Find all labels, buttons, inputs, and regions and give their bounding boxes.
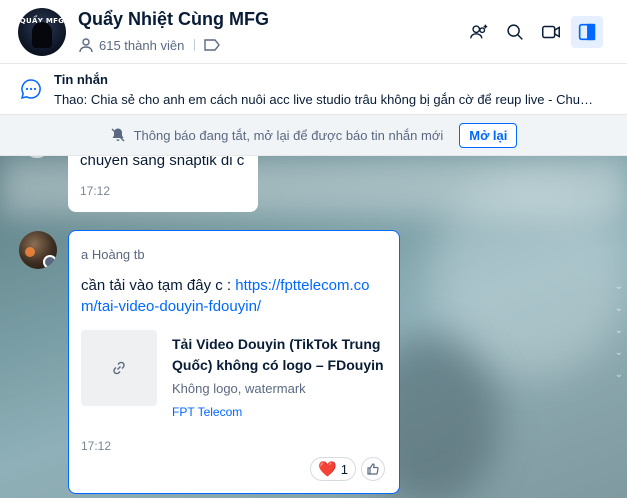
message-prefix: cần tải vào tạm đây c :	[81, 277, 236, 294]
sidebar-toggle-button[interactable]	[571, 16, 603, 48]
pinned-message-bar[interactable]: Tin nhắn Thao: Chia sẻ cho anh em cách n…	[0, 65, 627, 115]
reaction-number: 1	[340, 461, 348, 477]
message-time: 17:12	[80, 184, 111, 198]
message-bubble[interactable]: a Hoàng tb cần tải vào tạm đây c : https…	[68, 230, 400, 494]
group-title[interactable]: Quẩy Nhiệt Cùng MFG	[78, 9, 269, 30]
chat-bubble-icon	[20, 79, 41, 100]
reaction-count[interactable]: ❤️ 1	[310, 457, 356, 481]
link-preview-domain[interactable]: FPT Telecom	[172, 405, 242, 419]
link-preview-description: Không logo, watermark	[172, 381, 306, 396]
thumbs-up-icon	[367, 463, 379, 475]
link-preview-thumbnail[interactable]	[81, 330, 157, 406]
turn-on-notification-button[interactable]: Mở lại	[459, 122, 518, 148]
pinned-text: Thao: Chia sẻ cho anh em cách nuôi acc l…	[54, 92, 594, 107]
link-preview-title[interactable]: Tải Video Douyin (TikTok Trung Quốc) khô…	[172, 334, 388, 376]
conversation-header: QUẨY MFG Quẩy Nhiệt Cùng MFG 615 thành v…	[0, 0, 627, 64]
pinned-title: Tin nhắn	[54, 72, 108, 87]
message-time: 17:12	[81, 439, 112, 453]
avatar-figure	[32, 22, 52, 48]
bell-off-icon	[111, 128, 125, 142]
video-call-icon	[542, 25, 560, 39]
add-member-icon	[470, 24, 488, 39]
sidebar-toggle-icon	[578, 23, 596, 41]
scroll-indicator-icon: ⌄ ⌄ ⌄ ⌄ ⌄	[614, 281, 623, 380]
people-icon	[79, 38, 93, 53]
add-member-button[interactable]	[463, 16, 495, 48]
group-subtitle: 615 thành viên	[78, 37, 221, 53]
notification-off-bar: Thông báo đang tắt, mở lại để được báo t…	[0, 115, 627, 156]
react-button[interactable]	[361, 457, 385, 481]
header-actions	[463, 16, 603, 48]
message-text: cần tải vào tạm đây c : https://fpttelec…	[81, 275, 386, 317]
notification-text: Thông báo đang tắt, mở lại để được báo t…	[133, 127, 444, 143]
sender-avatar[interactable]	[19, 231, 57, 269]
message-text: chuyển sang snaptik đi c	[80, 156, 245, 169]
group-avatar[interactable]: QUẨY MFG	[18, 8, 66, 56]
message-bubble[interactable]: chuyển sang snaptik đi c 17:12	[68, 156, 258, 212]
video-call-button[interactable]	[535, 16, 567, 48]
sender-name[interactable]: a Hoàng tb	[81, 247, 145, 262]
search-button[interactable]	[499, 16, 531, 48]
member-count[interactable]: 615 thành viên	[99, 38, 184, 53]
chat-area[interactable]: chuyển sang snaptik đi c 17:12 a Hoàng t…	[0, 156, 627, 498]
divider	[194, 39, 196, 51]
link-icon	[113, 361, 125, 375]
role-badge-icon	[43, 255, 57, 269]
search-icon	[507, 24, 523, 40]
heart-icon: ❤️	[318, 460, 337, 478]
tag-icon[interactable]	[203, 38, 221, 52]
